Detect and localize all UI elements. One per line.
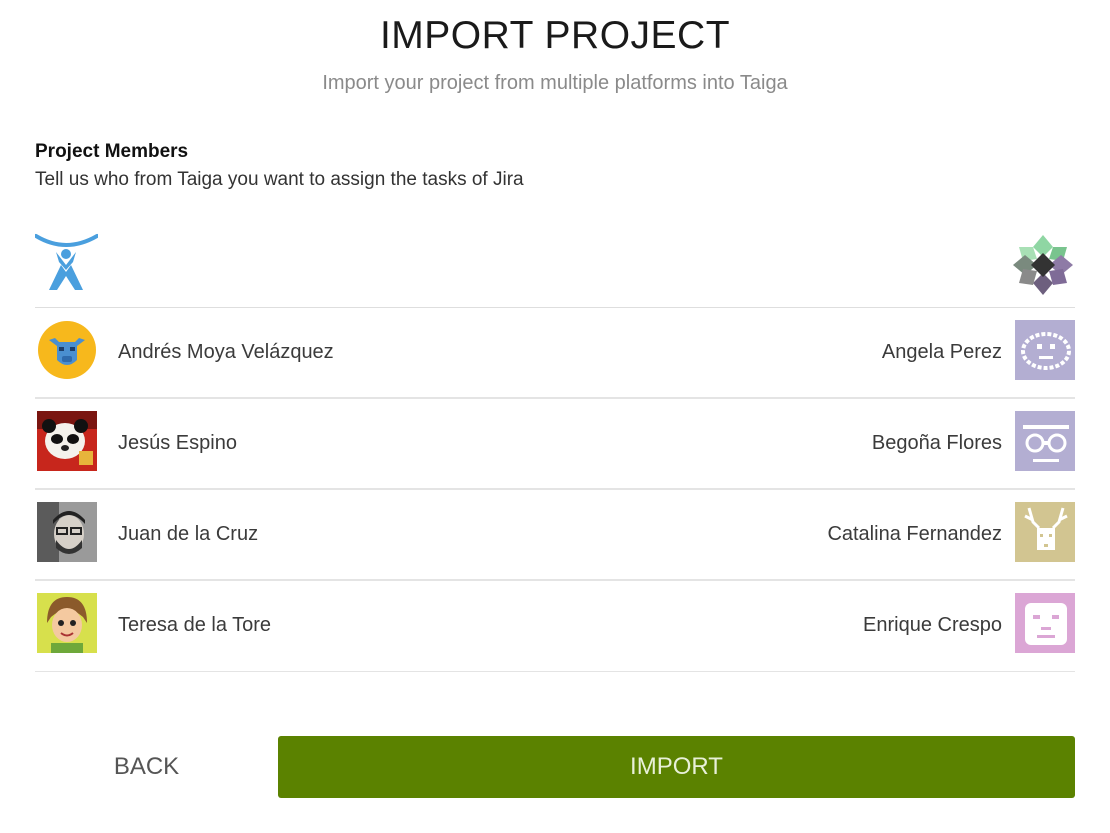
member-row: Andrés Moya Velázquez Angela Perez [35, 308, 1075, 399]
bearded-man-photo-avatar [37, 502, 97, 562]
target-member-name[interactable]: Angela Perez [882, 341, 1002, 364]
target-member-name[interactable]: Enrique Crespo [863, 614, 1002, 637]
pixel-face-pink[interactable] [1015, 593, 1075, 653]
panda-avatar [37, 411, 97, 471]
cartoon-girl-avatar [37, 593, 97, 653]
target-member-name[interactable]: Catalina Fernandez [827, 523, 1002, 546]
page-title: IMPORT PROJECT [379, 14, 731, 57]
jira-logo-icon [34, 232, 99, 292]
taiga-logo-icon [1011, 233, 1075, 297]
blue-bull-avatar [37, 320, 97, 380]
import-button[interactable]: IMPORT [278, 736, 1075, 798]
source-member-name: Jesús Espino [118, 432, 237, 454]
source-member-name: Teresa de la Tore [118, 614, 272, 636]
pixel-deer-khaki[interactable] [1015, 502, 1075, 562]
members-list: Andrés Moya Velázquez Angela Perez Jesús… [35, 307, 1075, 672]
source-member-name: Juan de la Cruz [118, 523, 259, 545]
member-row: Jesús Espino Begoña Flores [35, 399, 1075, 490]
source-member-name: Andrés Moya Velázquez [118, 341, 334, 363]
page-subtitle: Import your project from multiple platfo… [322, 72, 788, 94]
pixel-owl-lavender[interactable] [1015, 411, 1075, 471]
member-row: Juan de la Cruz Catalina Fernandez [35, 490, 1075, 581]
member-row: Teresa de la Tore Enrique Crespo [35, 581, 1075, 672]
section-description: Tell us who from Taiga you want to assig… [35, 169, 524, 190]
target-member-name[interactable]: Begoña Flores [872, 432, 1002, 455]
section-title: Project Members [35, 141, 189, 162]
pixel-face-lavender[interactable] [1015, 320, 1075, 380]
back-button[interactable]: BACK [35, 736, 258, 798]
